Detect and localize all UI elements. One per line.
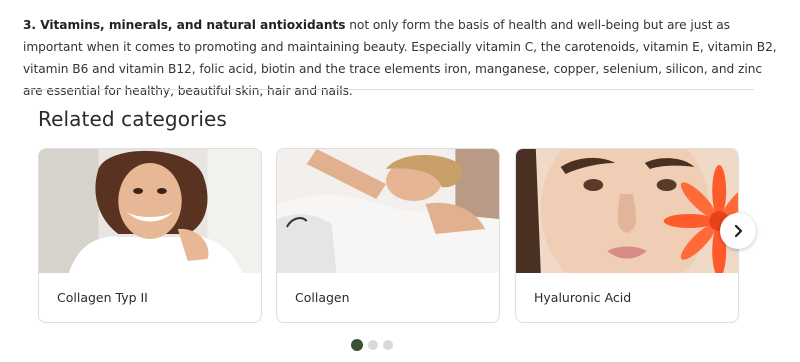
carousel-pagination: [351, 339, 393, 351]
section-divider: [23, 89, 754, 90]
category-card-collagen-typ-ii[interactable]: Collagen Typ II: [38, 148, 262, 323]
smiling-woman-photo: [39, 149, 261, 273]
carousel-next-button[interactable]: [720, 213, 756, 249]
woman-with-flower-photo: [516, 149, 738, 273]
category-card-label: Collagen Typ II: [57, 290, 148, 305]
pagination-dot-3[interactable]: [383, 340, 393, 350]
category-card-label: Collagen: [295, 290, 350, 305]
related-categories-title: Related categories: [38, 107, 227, 131]
pagination-dot-1[interactable]: [351, 339, 363, 351]
category-card-label: Hyaluronic Acid: [534, 290, 632, 305]
category-card-hyaluronic-acid[interactable]: Hyaluronic Acid: [515, 148, 739, 323]
chevron-right-icon: [734, 224, 743, 238]
pagination-dot-2[interactable]: [368, 340, 378, 350]
category-card-collagen[interactable]: Collagen: [276, 148, 500, 323]
relaxing-woman-photo: [277, 149, 499, 273]
article-bold-lead: 3. Vitamins, minerals, and natural antio…: [23, 18, 346, 32]
